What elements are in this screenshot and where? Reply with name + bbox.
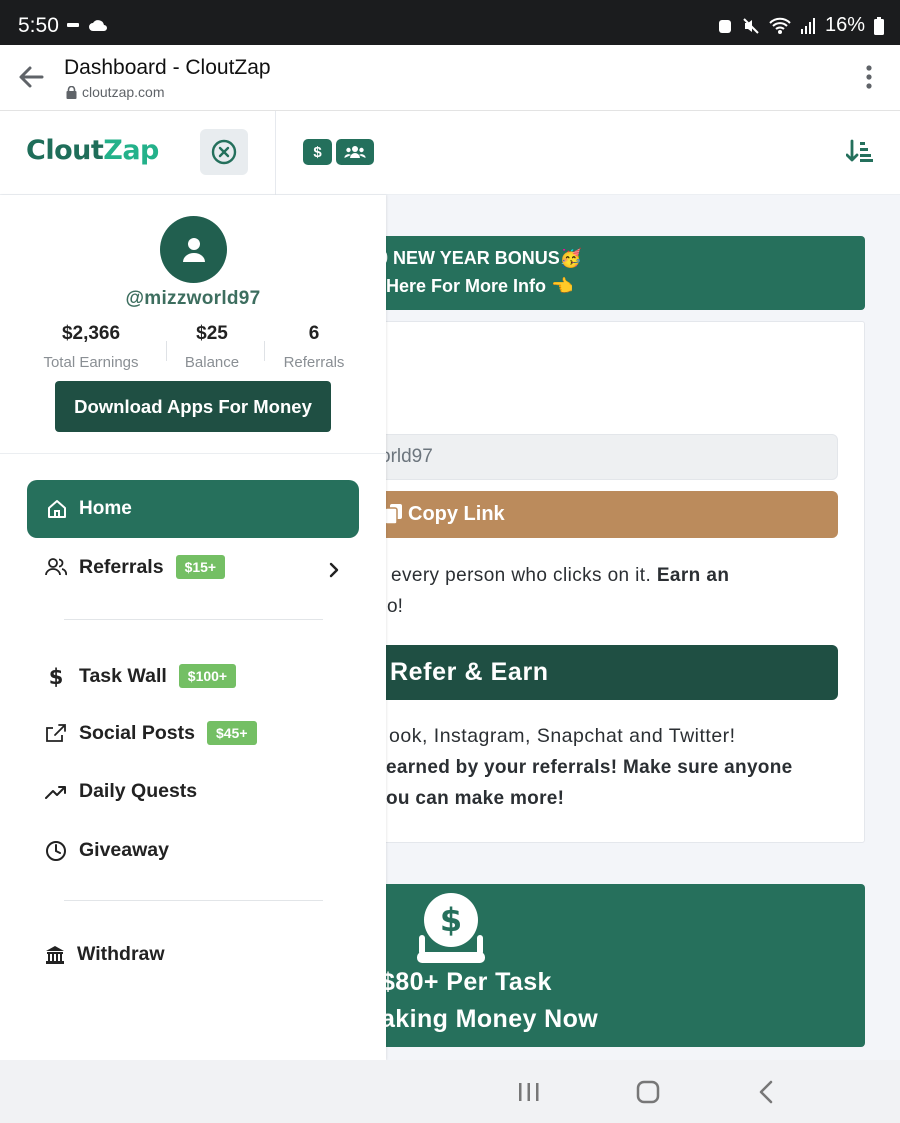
copy-link-button[interactable]: Copy Link bbox=[341, 491, 838, 538]
system-nav-bar bbox=[0, 1060, 900, 1123]
stat-label: Balance bbox=[184, 354, 240, 371]
refer-and-earn-button[interactable]: Refer & Earn bbox=[341, 645, 838, 700]
close-sidebar-button[interactable] bbox=[200, 129, 248, 175]
referral-desc-normal: every person who clicks on it. bbox=[391, 565, 657, 586]
url-bar[interactable]: cloutzap.com bbox=[66, 84, 164, 100]
dollar-icon: $ bbox=[49, 665, 64, 687]
stat-value: $2,366 bbox=[61, 323, 121, 344]
money-hand-icon: $ bbox=[417, 893, 485, 963]
sidebar-item-withdraw[interactable]: Withdraw bbox=[45, 943, 165, 966]
download-apps-button[interactable]: Download Apps For Money bbox=[55, 381, 331, 432]
home-icon bbox=[48, 500, 66, 518]
stat-value: 6 bbox=[308, 323, 320, 344]
chevron-right-icon[interactable] bbox=[328, 562, 340, 578]
logo-part-zap: Zap bbox=[103, 135, 159, 166]
close-circle-icon bbox=[211, 139, 237, 165]
sidebar-item-referrals[interactable]: Referrals $15+ bbox=[45, 555, 226, 579]
stat-divider bbox=[264, 341, 265, 361]
referral-earnings-text-1: earned by your referrals! Make sure anyo… bbox=[386, 757, 793, 778]
referral-description-line-2: o! bbox=[387, 596, 403, 617]
nav-divider bbox=[64, 900, 323, 901]
task-promo-line-2: aking Money Now bbox=[381, 1005, 599, 1033]
referral-share-text: ook, Instagram, Snapchat and Twitter! bbox=[389, 725, 736, 747]
referral-desc-bold: Earn an bbox=[656, 565, 730, 586]
sidebar-item-label: Social Posts bbox=[79, 721, 195, 744]
logo-part-clout: Clout bbox=[26, 135, 104, 166]
browser-bar: Dashboard - CloutZap cloutzap.com bbox=[0, 45, 900, 111]
sidebar-item-home[interactable]: Home bbox=[27, 480, 359, 538]
notification-icon bbox=[67, 23, 79, 27]
referrals-badge: $15+ bbox=[175, 555, 226, 579]
sidebar-item-label: Giveaway bbox=[79, 839, 169, 861]
cloutzap-logo[interactable]: CloutZap bbox=[26, 135, 159, 166]
referral-earnings-text-2: ou can make more! bbox=[386, 788, 565, 809]
stat-total-earnings: $2,366 Total Earnings bbox=[36, 323, 146, 371]
cloud-icon bbox=[89, 20, 107, 31]
back-nav-icon[interactable] bbox=[758, 1080, 774, 1104]
task-wall-badge: $100+ bbox=[178, 664, 237, 688]
more-vert-icon[interactable] bbox=[866, 65, 872, 89]
wifi-icon bbox=[769, 17, 791, 34]
stat-referrals: 6 Referrals bbox=[276, 323, 352, 371]
recent-apps-icon[interactable] bbox=[518, 1082, 540, 1102]
sidebar-item-social-posts[interactable]: Social Posts $45+ bbox=[45, 721, 257, 745]
battery-percent: 16% bbox=[824, 14, 865, 36]
stat-divider bbox=[166, 341, 167, 361]
copy-icon bbox=[384, 504, 402, 525]
sidebar-divider bbox=[0, 453, 386, 454]
referral-link-input[interactable]: orld97 bbox=[341, 434, 838, 480]
referral-description-line-1: every person who clicks on it. Earn an bbox=[391, 565, 729, 587]
user-icon bbox=[182, 237, 205, 262]
sidebar-item-task-wall[interactable]: $ Task Wall $100+ bbox=[45, 664, 237, 688]
svg-text:$: $ bbox=[440, 901, 462, 939]
lock-icon bbox=[66, 85, 77, 99]
sidebar-item-daily-quests[interactable]: Daily Quests bbox=[45, 780, 197, 803]
stat-label: Total Earnings bbox=[43, 354, 139, 371]
stat-balance: $25 Balance bbox=[177, 323, 247, 371]
stat-label: Referrals bbox=[283, 354, 345, 371]
task-promo-line-1: $80+ Per Task bbox=[381, 968, 552, 996]
back-arrow-icon[interactable] bbox=[18, 65, 44, 89]
trending-up-icon bbox=[45, 785, 66, 799]
sidebar: @mizzworld97 $2,366 Total Earnings $25 B… bbox=[0, 195, 386, 1060]
sidebar-item-label: Home bbox=[79, 498, 132, 519]
page-title: Dashboard - CloutZap bbox=[64, 56, 271, 79]
home-nav-icon[interactable] bbox=[636, 1080, 660, 1104]
status-time: 5:50 bbox=[18, 14, 59, 37]
sidebar-item-label: Withdraw bbox=[77, 943, 165, 965]
sidebar-item-giveaway[interactable]: Giveaway bbox=[45, 839, 169, 862]
dollar-icon: $ bbox=[313, 143, 322, 161]
svg-text:$: $ bbox=[49, 665, 64, 687]
url-text: cloutzap.com bbox=[82, 84, 165, 100]
avatar[interactable] bbox=[160, 216, 227, 283]
share-icon bbox=[46, 724, 66, 742]
balance-button[interactable]: $ bbox=[303, 139, 332, 165]
social-posts-badge: $45+ bbox=[206, 721, 257, 745]
signal-icon bbox=[800, 17, 815, 34]
users-button[interactable] bbox=[336, 139, 374, 165]
header-divider bbox=[275, 111, 276, 195]
sidebar-item-label: Task Wall bbox=[79, 664, 167, 687]
battery-icon bbox=[874, 16, 884, 35]
sidebar-item-label: Referrals bbox=[79, 555, 164, 578]
status-right: 16% bbox=[717, 14, 884, 37]
nav-divider bbox=[64, 619, 323, 620]
sort-amount-icon[interactable] bbox=[846, 139, 874, 163]
alarm-icon bbox=[718, 19, 731, 33]
users-icon bbox=[344, 146, 366, 158]
clock-icon bbox=[46, 840, 66, 861]
app-header: CloutZap $ bbox=[0, 111, 900, 195]
mute-icon bbox=[743, 17, 759, 34]
stat-value: $25 bbox=[196, 323, 228, 344]
sidebar-item-label: Daily Quests bbox=[79, 780, 198, 802]
status-notification-icons bbox=[66, 18, 108, 32]
copy-link-label: Copy Link bbox=[408, 503, 505, 525]
bank-icon bbox=[46, 945, 64, 964]
username: @mizzworld97 bbox=[125, 288, 261, 309]
users-outline-icon bbox=[45, 558, 67, 576]
